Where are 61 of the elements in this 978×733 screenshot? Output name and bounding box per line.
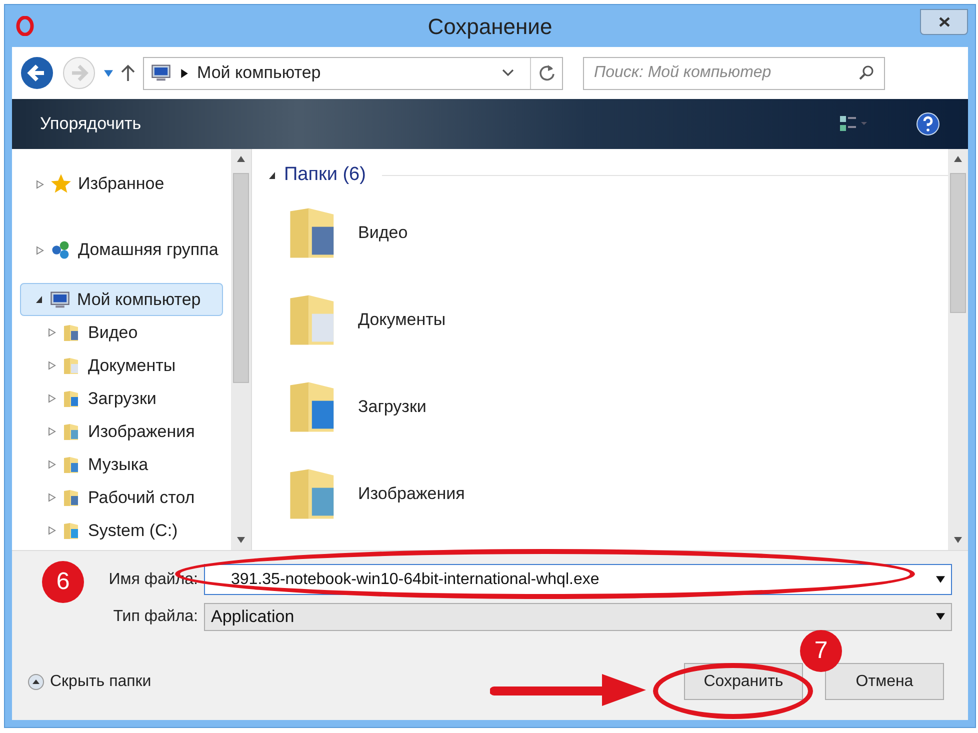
collapsed-arrow-icon[interactable]: [36, 180, 44, 188]
collapsed-arrow-icon[interactable]: [48, 361, 56, 370]
breadcrumb-arrow-icon: [180, 68, 189, 78]
dropdown-arrow-icon[interactable]: [936, 575, 944, 584]
tree-item[interactable]: Домашняя группа: [12, 217, 231, 283]
tree-item[interactable]: Документы: [12, 349, 231, 382]
tree-item[interactable]: Рабочий стол: [12, 481, 231, 514]
scroll-up-icon[interactable]: [237, 155, 245, 163]
collapse-icon: [28, 674, 44, 690]
refresh-icon[interactable]: [538, 64, 556, 82]
star-icon: [50, 173, 72, 195]
search-icon: [858, 65, 874, 81]
close-button[interactable]: [920, 9, 968, 35]
window-title: Сохранение: [428, 12, 552, 41]
scroll-down-icon[interactable]: [954, 536, 962, 544]
tree-item[interactable]: Мой компьютер: [20, 283, 223, 316]
group-header[interactable]: Папки (6): [268, 161, 948, 190]
folder-item[interactable]: Загрузки: [268, 364, 528, 450]
dropdown-arrow-icon[interactable]: [936, 612, 944, 621]
filetype-label: Тип файла:: [112, 606, 198, 626]
collapsed-arrow-icon[interactable]: [48, 526, 56, 535]
search-field[interactable]: Поиск: Мой компьютер: [583, 56, 885, 90]
cancel-button[interactable]: Отмена: [825, 663, 944, 700]
help-icon[interactable]: [916, 112, 940, 136]
folder-item[interactable]: Видео: [268, 190, 528, 276]
browser-logo-icon: [16, 16, 34, 36]
filename-field[interactable]: 391.35-notebook-win10-64bit-international-whql.exe: [204, 564, 952, 595]
tree-item[interactable]: Загрузки: [12, 382, 231, 415]
tree-item[interactable]: Изображения: [12, 415, 231, 448]
collapsed-arrow-icon[interactable]: [48, 328, 56, 337]
address-path: Мой компьютер: [197, 62, 321, 84]
collapsed-arrow-icon[interactable]: [48, 493, 56, 502]
scroll-up-icon[interactable]: [954, 155, 962, 163]
collapsed-arrow-icon[interactable]: [48, 394, 56, 403]
address-bar[interactable]: Мой компьютер: [143, 56, 563, 90]
view-options-icon[interactable]: [840, 114, 868, 134]
collapsed-arrow-icon[interactable]: [36, 246, 44, 254]
folder-item[interactable]: Документы: [268, 276, 528, 364]
close-icon: [938, 17, 950, 27]
scroll-down-icon[interactable]: [237, 536, 245, 544]
chevron-down-icon[interactable]: [502, 69, 514, 77]
up-arrow-icon[interactable]: [121, 64, 135, 82]
tree-item[interactable]: System (C:): [12, 514, 231, 547]
scrollbar-thumb[interactable]: [233, 173, 249, 383]
tree-item[interactable]: Избранное: [12, 151, 231, 217]
search-input[interactable]: Поиск: Мой компьютер: [594, 61, 858, 85]
expanded-arrow-icon[interactable]: [35, 295, 43, 304]
back-button-icon[interactable]: [20, 56, 54, 90]
expanded-arrow-icon[interactable]: [268, 170, 276, 180]
hide-folders-button[interactable]: Скрыть папки: [28, 670, 152, 694]
organize-button[interactable]: Упорядочить: [40, 111, 142, 137]
collapsed-arrow-icon[interactable]: [48, 460, 56, 469]
scrollbar-thumb[interactable]: [950, 173, 966, 313]
scrollbar[interactable]: [231, 149, 251, 550]
collapsed-arrow-icon[interactable]: [48, 427, 56, 436]
filetype-dropdown[interactable]: Application: [204, 602, 952, 630]
tree-item[interactable]: Музыка: [12, 448, 231, 481]
tree-item[interactable]: Видео: [12, 316, 231, 349]
filename-input[interactable]: 391.35-notebook-win10-64bit-international-whql.exe: [211, 568, 929, 592]
folder-item[interactable]: Изображения: [268, 450, 528, 538]
scrollbar[interactable]: [948, 149, 968, 550]
